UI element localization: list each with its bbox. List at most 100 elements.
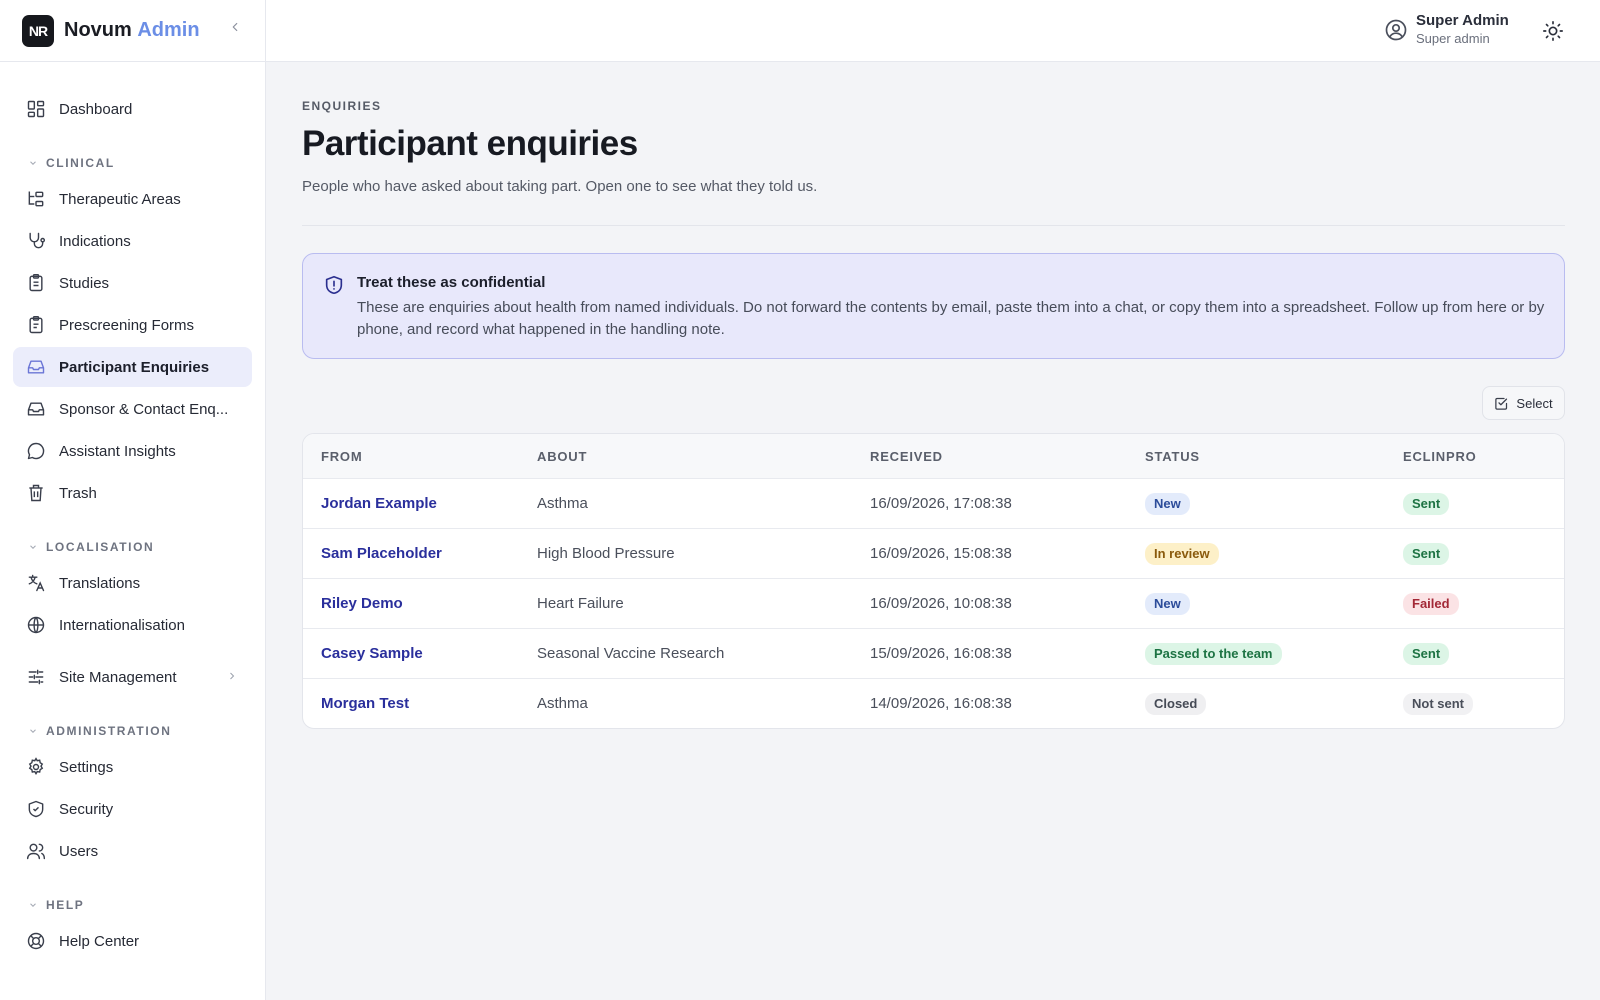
chat-bubble-icon xyxy=(26,441,46,461)
enquiry-received: 16/09/2026, 15:08:38 xyxy=(870,545,1012,562)
table-row[interactable]: Morgan Test Asthma 14/09/2026, 16:08:38 … xyxy=(303,678,1564,728)
sidebar-item-site-management[interactable]: Site Management xyxy=(13,657,252,697)
table-row[interactable]: Sam Placeholder High Blood Pressure 16/0… xyxy=(303,528,1564,578)
column-header-eclinpro[interactable]: ECLINPRO xyxy=(1403,449,1564,464)
column-header-status[interactable]: STATUS xyxy=(1145,449,1403,464)
section-localisation[interactable]: LOCALISATION xyxy=(13,538,252,556)
divider xyxy=(302,225,1565,226)
sidebar-item-therapeutic-areas[interactable]: Therapeutic Areas xyxy=(13,179,252,219)
stethoscope-icon xyxy=(26,231,46,251)
column-header-from[interactable]: FROM xyxy=(303,449,537,464)
chevron-left-icon xyxy=(228,20,242,39)
sidebar-item-label: Therapeutic Areas xyxy=(59,190,181,208)
user-circle-icon xyxy=(1384,18,1408,42)
sidebar-item-sponsor-enquiries[interactable]: Sponsor & Contact Enq... xyxy=(13,389,252,429)
enquiry-from-link[interactable]: Casey Sample xyxy=(321,645,423,662)
sidebar-item-label: Help Center xyxy=(59,932,140,950)
select-button[interactable]: Select xyxy=(1482,386,1565,420)
enquiry-received: 16/09/2026, 10:08:38 xyxy=(870,595,1012,612)
sidebar-item-participant-enquiries[interactable]: Participant Enquiries xyxy=(13,347,252,387)
eclinpro-badge: Not sent xyxy=(1403,692,1473,715)
collapse-sidebar-button[interactable] xyxy=(225,19,245,39)
sidebar-item-label: Prescreening Forms xyxy=(59,316,195,334)
status-badge: New xyxy=(1145,592,1190,615)
alert-title: Treat these as confidential xyxy=(357,274,546,291)
sidebar-item-label: Settings xyxy=(59,758,114,776)
page-subtitle: People who have asked about taking part.… xyxy=(302,178,818,195)
sidebar-item-assistant-insights[interactable]: Assistant Insights xyxy=(13,431,252,471)
hierarchy-icon xyxy=(26,189,46,209)
status-badge: In review xyxy=(1145,542,1219,565)
enquiry-from-link[interactable]: Morgan Test xyxy=(321,695,409,712)
sidebar-item-label: Trash xyxy=(59,484,97,502)
section-label: CLINICAL xyxy=(46,156,115,170)
gear-icon xyxy=(26,757,46,777)
layout-grid-icon xyxy=(26,99,46,119)
sidebar-item-label: Studies xyxy=(59,274,110,292)
enquiry-about: Asthma xyxy=(537,495,588,512)
eclinpro-badge: Sent xyxy=(1403,492,1450,515)
trash-icon xyxy=(26,483,46,503)
checkbox-icon xyxy=(1494,396,1509,411)
section-label: ADMINISTRATION xyxy=(46,724,172,738)
column-header-about[interactable]: ABOUT xyxy=(537,449,870,464)
brand-logo[interactable]: NR xyxy=(22,14,54,47)
sidebar-item-label: Assistant Insights xyxy=(59,442,176,460)
enquiry-from-link[interactable]: Sam Placeholder xyxy=(321,545,442,562)
brand: NR Novum Admin xyxy=(0,0,265,62)
table-row[interactable]: Casey Sample Seasonal Vaccine Research 1… xyxy=(303,628,1564,678)
theme-toggle-button[interactable] xyxy=(1541,19,1565,43)
sun-icon xyxy=(1542,20,1564,42)
inbox-icon xyxy=(26,399,46,419)
sidebar-item-prescreening-forms[interactable]: Prescreening Forms xyxy=(13,305,252,345)
eclinpro-badge: Sent xyxy=(1403,642,1450,665)
table-row[interactable]: Jordan Example Asthma 16/09/2026, 17:08:… xyxy=(303,478,1564,528)
sidebar-item-translations[interactable]: Translations xyxy=(13,563,252,603)
chevron-right-icon xyxy=(226,669,238,686)
status-badge: Passed to the team xyxy=(1145,642,1282,665)
sidebar-item-trash[interactable]: Trash xyxy=(13,473,252,513)
chevron-down-icon xyxy=(28,900,38,910)
user-info: Super Admin Super admin xyxy=(1416,12,1509,48)
enquiry-about: Asthma xyxy=(537,695,588,712)
sidebar-item-label: Users xyxy=(59,842,99,860)
sidebar-item-dashboard[interactable]: Dashboard xyxy=(13,89,252,129)
section-administration[interactable]: ADMINISTRATION xyxy=(13,722,252,740)
brand-name-accent: Admin xyxy=(137,19,200,41)
sidebar-item-security[interactable]: Security xyxy=(13,789,252,829)
sidebar-item-settings[interactable]: Settings xyxy=(13,747,252,787)
sidebar-item-label: Participant Enquiries xyxy=(59,358,210,376)
enquiry-about: Seasonal Vaccine Research xyxy=(537,645,725,662)
column-header-received[interactable]: RECEIVED xyxy=(870,449,1145,464)
enquiry-received: 15/09/2026, 16:08:38 xyxy=(870,645,1012,662)
sidebar-item-help-center[interactable]: Help Center xyxy=(13,921,252,961)
sidebar-item-indications[interactable]: Indications xyxy=(13,221,252,261)
user-name: Super Admin xyxy=(1416,12,1509,29)
sidebar-item-label: Internationalisation xyxy=(59,616,185,634)
shield-alert-icon xyxy=(323,274,345,296)
sidebar-item-label: Dashboard xyxy=(59,100,133,118)
sidebar-item-studies[interactable]: Studies xyxy=(13,263,252,303)
page-title: Participant enquiries xyxy=(302,124,638,163)
alert-body: These are enquiries about health from na… xyxy=(357,299,1545,338)
enquiry-from-link[interactable]: Riley Demo xyxy=(321,595,403,612)
clipboard-icon xyxy=(26,273,46,293)
chevron-down-icon xyxy=(28,726,38,736)
section-help[interactable]: HELP xyxy=(13,896,252,914)
sidebar-item-internationalisation[interactable]: Internationalisation xyxy=(13,605,252,645)
page-eyebrow: ENQUIRIES xyxy=(302,99,382,113)
user-menu[interactable]: Super Admin Super admin xyxy=(1384,12,1509,48)
sidebar-item-label: Site Management xyxy=(59,668,177,686)
section-label: HELP xyxy=(46,898,85,912)
sidebar-item-users[interactable]: Users xyxy=(13,831,252,871)
table-row[interactable]: Riley Demo Heart Failure 16/09/2026, 10:… xyxy=(303,578,1564,628)
section-label: LOCALISATION xyxy=(46,540,155,554)
select-button-label: Select xyxy=(1516,395,1553,411)
section-clinical[interactable]: CLINICAL xyxy=(13,154,252,172)
enquiry-about: High Blood Pressure xyxy=(537,545,675,562)
enquiry-from-link[interactable]: Jordan Example xyxy=(321,495,437,512)
enquiry-received: 14/09/2026, 16:08:38 xyxy=(870,695,1012,712)
chevron-down-icon xyxy=(28,158,38,168)
clipboard-list-icon xyxy=(26,315,46,335)
enquiry-received: 16/09/2026, 17:08:38 xyxy=(870,495,1012,512)
